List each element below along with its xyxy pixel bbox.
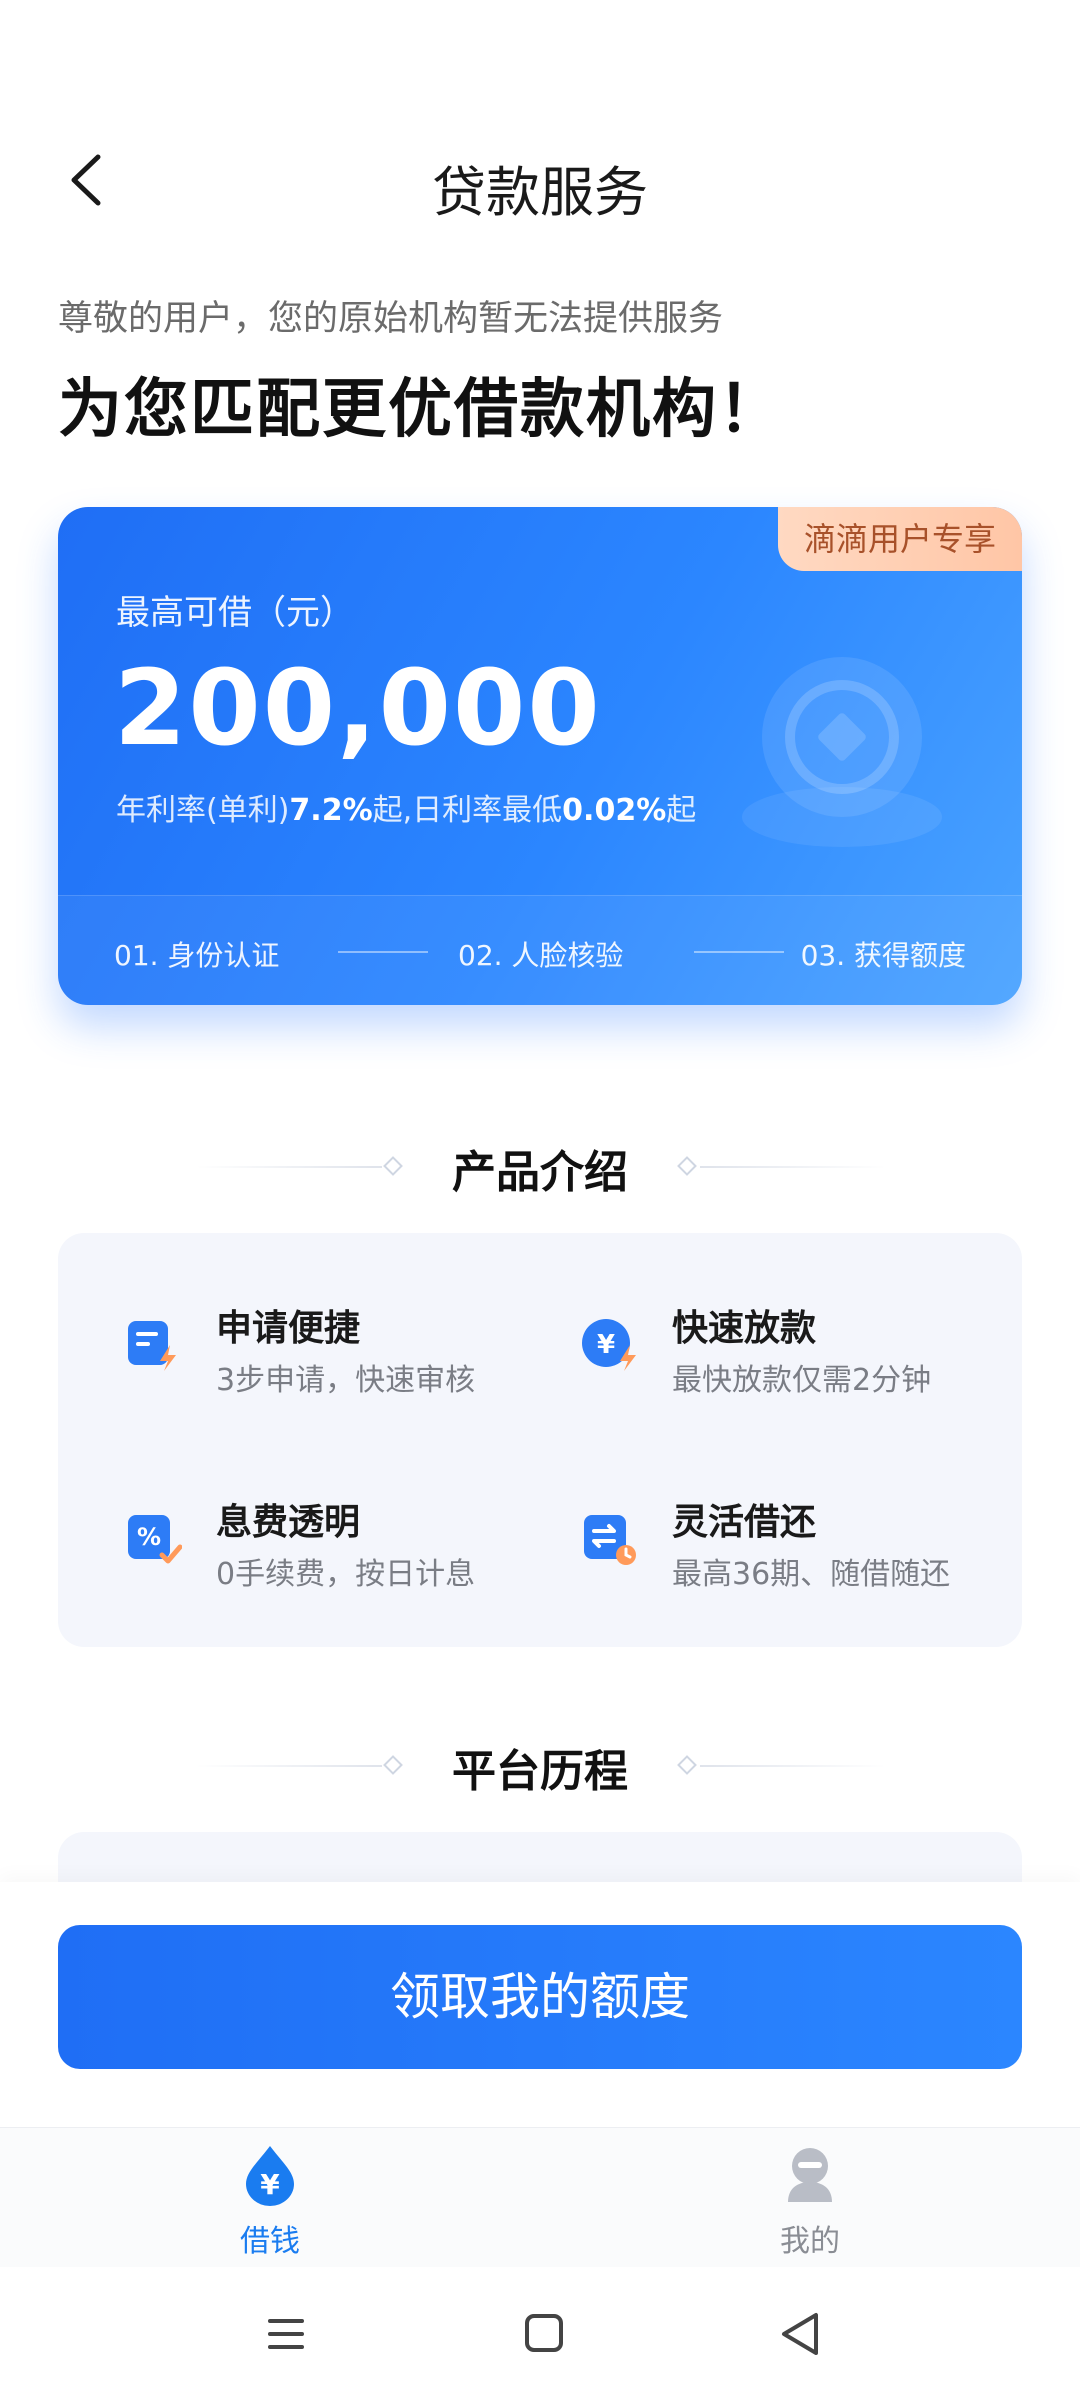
loan-limit-card[interactable]: 滴滴用户专享 最高可借（元） 200,000 年利率(单利)7.2%起,日利率最… — [58, 507, 1022, 1005]
document-lightning-icon — [128, 1321, 176, 1371]
feature-desc: 0手续费，按日计息 — [216, 1557, 476, 1592]
step-identity: 01. 身份认证 — [114, 939, 280, 972]
history-section-title: 平台历程 — [452, 1746, 628, 1797]
rate-prefix: 年利率(单利) — [116, 793, 290, 828]
tab-mine[interactable]: 我的 — [730, 2142, 890, 2262]
products-section-title: 产品介绍 — [452, 1147, 628, 1198]
feature-desc: 最高36期、随借随还 — [672, 1557, 951, 1592]
tab-borrow[interactable]: ¥ 借钱 — [190, 2142, 350, 2262]
limit-amount: 200,000 — [114, 647, 602, 769]
feature-title: 快速放款 — [672, 1308, 817, 1349]
yen-drop-icon: ¥ — [246, 2146, 294, 2206]
rate-daily: 0.02% — [562, 793, 667, 828]
exclusive-badge: 滴滴用户专享 — [777, 507, 1022, 571]
step-divider — [338, 951, 428, 953]
yen-lightning-icon: ¥ — [582, 1319, 636, 1371]
triangle-back-icon — [782, 2313, 818, 2355]
feature-fast-loan: ¥ 快速放款 最快放款仅需2分钟 — [580, 1299, 1010, 1419]
step-face: 02. 人脸核验 — [458, 939, 624, 972]
feature-easy-apply: 申请便捷 3步申请，快速审核 — [124, 1299, 554, 1419]
nav-home-button[interactable] — [514, 2307, 574, 2361]
square-home-icon — [525, 2314, 563, 2352]
step-limit: 03. 获得额度 — [800, 939, 966, 972]
bottom-tab-bar: ¥ 借钱 我的 — [0, 2127, 1080, 2267]
tab-label: 我的 — [780, 2224, 840, 2259]
user-profile-icon — [788, 2148, 832, 2202]
feature-title: 灵活借还 — [672, 1502, 817, 1543]
rate-mid: 起,日利率最低 — [372, 793, 563, 828]
rate-annual: 7.2% — [289, 793, 373, 828]
steps-bar: 01. 身份认证 02. 人脸核验 03. 获得额度 — [58, 895, 1022, 1005]
rate-description: 年利率(单利)7.2%起,日利率最低0.02%起 — [116, 785, 696, 829]
page-title: 贷款服务 — [432, 161, 648, 224]
header: 贷款服务 — [0, 130, 1080, 230]
section-divider-right — [700, 1765, 886, 1767]
tab-label: 借钱 — [240, 2224, 300, 2259]
svg-text:¥: ¥ — [597, 1330, 615, 1360]
section-divider-right — [700, 1166, 886, 1168]
feature-title: 申请便捷 — [216, 1308, 361, 1349]
system-navigation-bar — [0, 2267, 1080, 2400]
coin-decoration-icon — [742, 657, 942, 847]
step-divider — [694, 951, 784, 953]
product-features-panel: 申请便捷 3步申请，快速审核 ¥ 快速放款 最快放款仅需2分钟 % 息费透明 0… — [58, 1233, 1022, 1647]
feature-title: 息费透明 — [216, 1502, 361, 1543]
svg-text:¥: ¥ — [260, 2168, 280, 2201]
nav-menu-button[interactable] — [256, 2307, 316, 2361]
feature-transparent-fees: % 息费透明 0手续费，按日计息 — [124, 1493, 554, 1613]
nav-back-button[interactable] — [772, 2307, 832, 2361]
intro-headline: 为您匹配更优借款机构！ — [58, 373, 784, 447]
percent-check-icon: % — [128, 1515, 182, 1564]
feature-desc: 3步申请，快速审核 — [216, 1363, 476, 1398]
menu-icon — [268, 2319, 304, 2349]
intro-subtitle: 尊敬的用户，您的原始机构暂无法提供服务 — [58, 299, 724, 339]
feature-desc: 最快放款仅需2分钟 — [672, 1363, 932, 1398]
limit-label: 最高可借（元） — [116, 593, 354, 633]
svg-text:%: % — [137, 1523, 161, 1551]
rate-suffix: 起 — [666, 793, 697, 828]
get-my-limit-button[interactable]: 领取我的额度 — [58, 1925, 1022, 2069]
exchange-clock-icon — [584, 1515, 636, 1565]
feature-flexible-repay: 灵活借还 最高36期、随借随还 — [580, 1493, 1010, 1613]
